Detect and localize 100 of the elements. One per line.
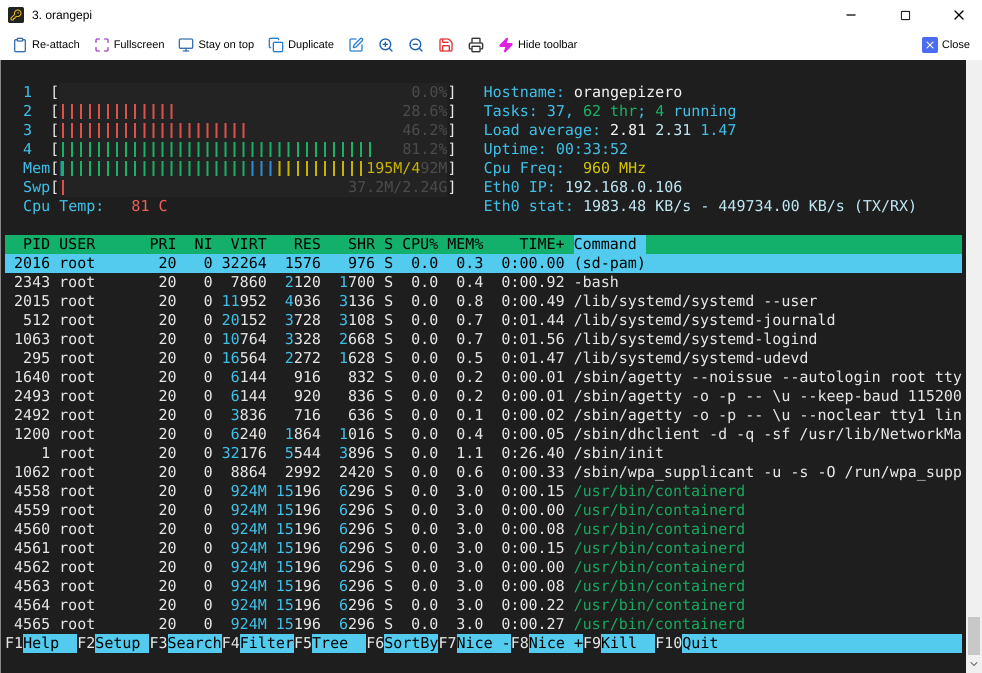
scrollbar[interactable] <box>966 60 982 673</box>
process-row[interactable]: 4562 root 20 0 924M 15196 6296 S 0.0 3.0 0:00.00 /usr/bin/containerd <box>5 558 962 577</box>
column-header[interactable]: PRI <box>149 235 177 254</box>
column-header[interactable]: VIRT <box>222 235 267 254</box>
process-row[interactable]: 4563 root 20 0 924M 15196 6296 S 0.0 3.0 0:00.08 /usr/bin/containerd <box>5 577 962 596</box>
bracket: ] <box>447 140 456 159</box>
function-key-button[interactable]: Quit <box>682 634 962 653</box>
table-cell-text: 0:00.01 <box>500 368 565 387</box>
function-key-button[interactable]: Search <box>168 634 222 653</box>
table-cell-text: root <box>59 368 96 387</box>
process-row[interactable]: 2492 root 20 0 3836 716 636 S 0.0 0.1 0:00.02 /sbin/agetty -o -p -- \u --noclear tty1 lin <box>5 406 962 425</box>
table-cell-text: 924M <box>230 615 267 634</box>
column-header[interactable]: RES <box>276 235 321 254</box>
table-cell-text: 0.7 <box>455 311 484 330</box>
process-row[interactable]: 4565 root 20 0 924M 15196 6296 S 0.0 3.0 0:00.27 /usr/bin/containerd <box>5 615 962 634</box>
table-cell-text: 20 <box>157 406 177 425</box>
function-key-button[interactable]: Tree <box>312 634 366 653</box>
table-cell-text: 3.0 <box>455 482 484 501</box>
column-header[interactable]: USER <box>59 235 140 254</box>
table-cell-text: 0:00.02 <box>500 406 565 425</box>
process-row[interactable]: 2493 root 20 0 6144 920 836 S 0.0 0.2 0:00.01 /sbin/agetty -o -p -- \u --keep-baud 115200 <box>5 387 962 406</box>
process-row[interactable]: 295 root 20 0 16564 2272 1628 S 0.0 0.5 0:01.47 /lib/systemd/systemd-udevd <box>5 349 962 368</box>
column-header[interactable]: Command <box>574 235 646 254</box>
process-row[interactable]: 2343 root 20 0 7860 2120 1700 S 0.0 0.4 0:00.92 -bash <box>5 273 962 292</box>
column-header[interactable]: NI <box>186 235 213 254</box>
column-header[interactable]: MEM% <box>447 235 484 254</box>
process-row[interactable]: 4561 root 20 0 924M 15196 6296 S 0.0 3.0 0:00.15 /usr/bin/containerd <box>5 539 962 558</box>
table-cell-text: 6296 <box>338 615 376 634</box>
table-cell-text: 7860 <box>230 273 267 292</box>
scrollbar-thumb[interactable] <box>968 617 980 655</box>
bracket: [ <box>50 140 60 159</box>
table-cell-text: /lib/systemd/systemd-udevd <box>574 349 810 368</box>
table-cell: 32264 <box>222 254 267 273</box>
table-cell-text: 3.0 <box>455 558 484 577</box>
close-button[interactable]: Close <box>918 35 974 55</box>
process-row[interactable]: 1640 root 20 0 6144 916 832 S 0.0 0.2 0:00.01 /sbin/agetty --noissue --autologin root tty <box>5 368 962 387</box>
table-cell-text: root <box>59 577 96 596</box>
function-key-button[interactable]: Nice + <box>528 634 583 653</box>
toolbar-button[interactable]: Re-attach <box>8 35 84 55</box>
table-cell-text: root <box>59 539 96 558</box>
column-header[interactable]: S <box>384 235 394 254</box>
table-cell-text: 3728 <box>284 311 321 330</box>
table-cell-text: 0:00.00 <box>500 501 565 520</box>
process-row[interactable]: 1200 root 20 0 6240 1864 1016 S 0.0 0.4 0:00.05 /sbin/dhclient -d -q -sf /usr/lib/NetworkMa <box>5 425 962 444</box>
table-cell: /sbin/wpa_supplicant -u -s -O /run/wpa_supp <box>574 463 962 482</box>
table-cell-text: 0.0 <box>410 501 438 520</box>
column-header[interactable]: CPU% <box>402 235 438 254</box>
process-row[interactable]: 2016 root 20 0 32264 1576 976 S 0.0 0.3 0:00.00 (sd-pam) <box>5 254 962 273</box>
table-cell-text: 1016 <box>338 425 376 444</box>
process-row[interactable]: 4564 root 20 0 924M 15196 6296 S 0.0 3.0 0:00.22 /usr/bin/containerd <box>5 596 962 615</box>
table-cell-text: 920 <box>292 387 321 406</box>
process-row[interactable]: 1 root 20 0 32176 5544 3896 S 0.0 1.1 0:26.40 /sbin/init <box>5 444 962 463</box>
table-cell: S <box>384 311 394 330</box>
toolbar-button[interactable]: Fullscreen <box>90 35 168 55</box>
table-cell-text: 6296 <box>338 520 376 539</box>
function-key-button[interactable]: Help <box>23 634 78 653</box>
table-cell-text: root <box>59 596 96 615</box>
table-cell: 15196 <box>276 615 321 634</box>
table-cell-text: 3.0 <box>455 539 484 558</box>
process-row[interactable]: 2015 root 20 0 11952 4036 3136 S 0.0 0.8 0:00.49 /lib/systemd/systemd --user <box>5 292 962 311</box>
column-header[interactable]: TIME+ <box>492 235 565 254</box>
column-header[interactable]: PID <box>5 235 50 254</box>
process-row[interactable]: 4560 root 20 0 924M 15196 6296 S 0.0 3.0 0:00.08 /usr/bin/containerd <box>5 520 962 539</box>
table-cell-text: 0.7 <box>455 330 484 349</box>
table-cell: S <box>384 292 394 311</box>
toolbar-button[interactable]: Stay on top <box>174 35 258 55</box>
column-header[interactable]: SHR <box>330 235 376 254</box>
function-key-button[interactable]: Filter <box>240 634 294 653</box>
table-cell-text: /lib/systemd/systemd --user <box>574 292 818 311</box>
table-cell-text: 1 <box>40 444 50 463</box>
process-row[interactable]: 1062 root 20 0 8864 2992 2420 S 0.0 0.6 0:00.33 /sbin/wpa_supplicant -u -s -O /run/wpa_supp <box>5 463 962 482</box>
table-cell-text: 0 <box>202 387 213 406</box>
table-cell: S <box>384 387 394 406</box>
process-row[interactable]: 1063 root 20 0 10764 3328 2668 S 0.0 0.7 0:01.56 /lib/systemd/systemd-logind <box>5 330 962 349</box>
toolbar-button[interactable]: Duplicate <box>264 35 338 55</box>
table-cell-text: root <box>59 330 96 349</box>
table-cell: 15196 <box>276 539 321 558</box>
function-key-button[interactable]: SortBy <box>384 634 438 653</box>
bracket: [ <box>50 83 60 102</box>
table-cell-text: 0 <box>202 577 213 596</box>
table-cell-text: root <box>59 387 96 406</box>
process-row[interactable]: 512 root 20 0 20152 3728 3108 S 0.0 0.7 0:01.44 /lib/systemd/systemd-journald <box>5 311 962 330</box>
table-cell-text: 924M <box>230 596 267 615</box>
process-row[interactable]: 4558 root 20 0 924M 15196 6296 S 0.0 3.0 0:00.15 /usr/bin/containerd <box>5 482 962 501</box>
function-key-button[interactable]: Setup <box>95 634 150 653</box>
table-cell-text: 0:00.05 <box>500 425 565 444</box>
function-key-button[interactable]: Nice - <box>456 634 511 653</box>
table-cell-text: 0 <box>202 501 213 520</box>
table-cell: S <box>384 425 394 444</box>
toolbar-button[interactable]: Hide toolbar <box>494 35 582 55</box>
table-cell-text: 0:00.22 <box>500 596 565 615</box>
table-cell-text: 0:00.00 <box>500 254 565 273</box>
table-cell-text: 512 <box>22 311 50 330</box>
process-row[interactable]: 4559 root 20 0 924M 15196 6296 S 0.0 3.0 0:00.00 /usr/bin/containerd <box>5 501 962 520</box>
function-key: F7 <box>438 634 457 653</box>
table-cell-text: 0.2 <box>455 387 484 406</box>
function-key-button[interactable]: Kill <box>601 634 656 653</box>
table-cell-text: 0.0 <box>410 330 438 349</box>
lightning-icon <box>498 37 514 53</box>
table-cell-text: 0.0 <box>410 463 438 482</box>
